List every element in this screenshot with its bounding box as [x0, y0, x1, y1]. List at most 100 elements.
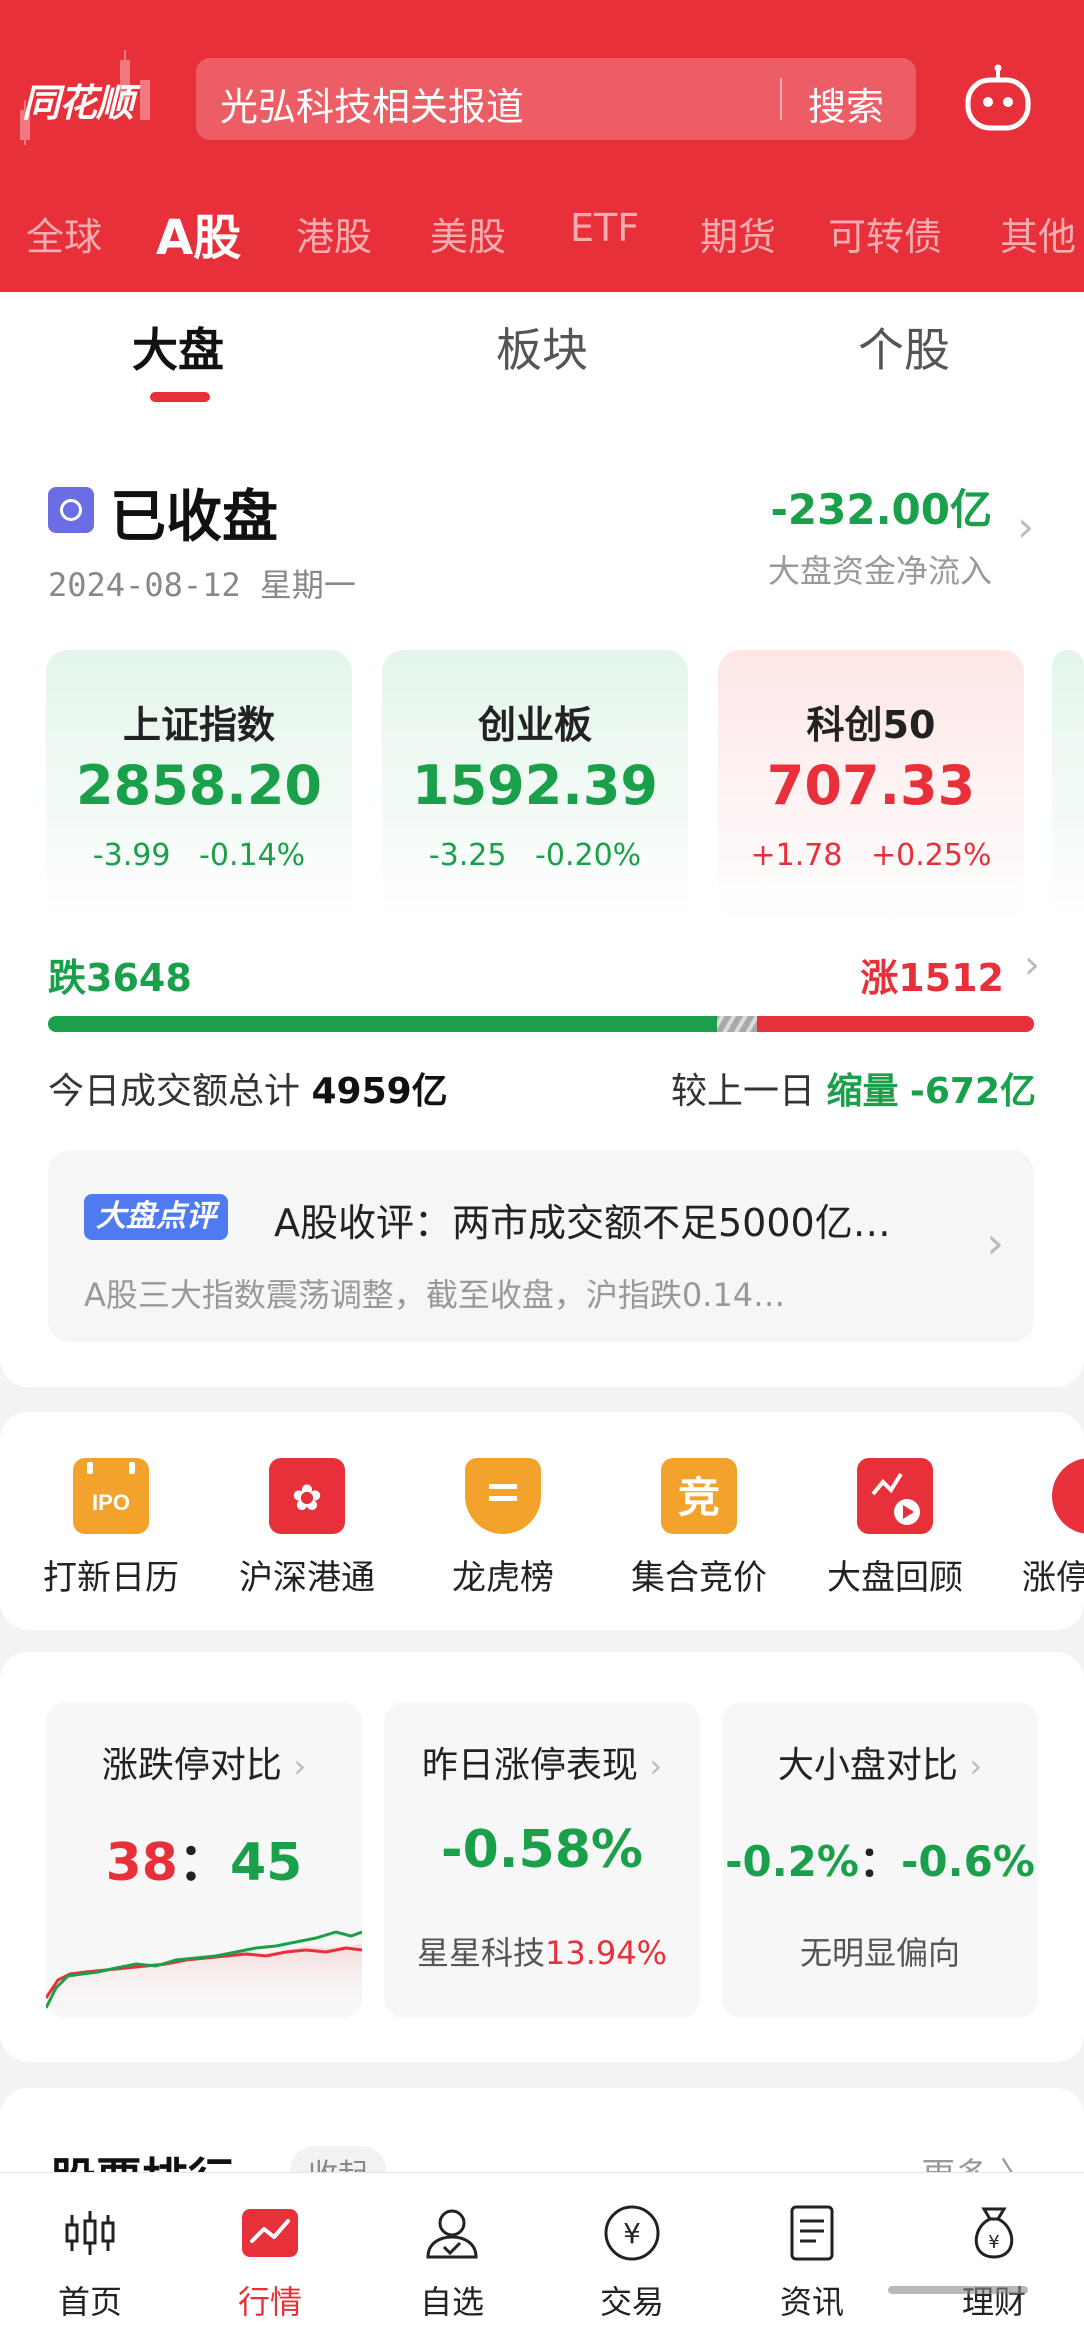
dragon-tiger-icon	[465, 1458, 541, 1534]
index-name: 上证指数	[122, 703, 275, 747]
index-card-star50[interactable]: 科创50 707.33 +1.78 +0.25%	[718, 650, 1024, 922]
robot-assistant-icon[interactable]	[962, 64, 1034, 136]
tab-a-shares[interactable]: A股	[156, 198, 241, 268]
home-indicator	[888, 2286, 1028, 2294]
market-review-icon	[857, 1458, 933, 1534]
ipo-calendar-icon: IPO	[73, 1458, 149, 1534]
market-date: 2024-08-12 星期一	[48, 566, 356, 604]
nav-news[interactable]: 资讯	[722, 2173, 902, 2329]
tab-others[interactable]: 其他	[1000, 206, 1076, 261]
limit-compare-card[interactable]: 涨跌停对比 › 38：45	[46, 1702, 362, 2018]
stat-title: 涨跌停对比 ›	[101, 1745, 307, 1786]
breadth-bar-fall	[48, 1016, 718, 1032]
svg-text:¥: ¥	[988, 2232, 999, 2253]
search-bar[interactable]: 光弘科技相关报道 搜索	[196, 58, 916, 140]
tab-hk-stocks[interactable]: 港股	[296, 206, 372, 261]
subtab-sectors[interactable]: 板块	[496, 314, 588, 380]
tab-convertible-bonds[interactable]: 可转债	[828, 206, 942, 261]
index-value: 1592.39	[412, 754, 658, 817]
search-input[interactable]: 光弘科技相关报道	[220, 76, 524, 131]
limit-ratio: 38：45	[105, 1833, 303, 1893]
user-watchlist-icon	[426, 2209, 478, 2259]
tab-futures[interactable]: 期货	[700, 206, 776, 261]
tab-etf[interactable]: ETF	[570, 206, 639, 250]
money-bag-icon: ¥	[974, 2207, 1014, 2259]
subtab-stocks[interactable]: 个股	[858, 314, 950, 380]
yesterday-limit-value: -0.58%	[441, 1820, 643, 1880]
market-overview-card: 大盘 板块 个股 已收盘 2024-08-12 星期一 -232.00亿 大盘资…	[0, 292, 1084, 1387]
tool-label: 沪深港通	[239, 1558, 375, 1598]
turnover-total: 今日成交额总计 4959亿	[48, 1071, 448, 1112]
svg-text:✿: ✿	[292, 1478, 322, 1519]
market-closed-icon	[48, 487, 94, 533]
yesterday-limit-card[interactable]: 昨日涨停表现 › -0.58% 星星科技13.94%	[384, 1702, 700, 2018]
limit-up-icon	[1052, 1458, 1084, 1534]
breadth-bar-flat	[717, 1016, 757, 1032]
market-tabs: 全球 A股 港股 美股 ETF 期货 可转债 其他	[0, 198, 1084, 268]
tool-hk-connect[interactable]: ✿ 沪深港通	[222, 1458, 392, 1608]
index-card-chinext[interactable]: 创业板 1592.39 -3.25 -0.20%	[382, 650, 688, 922]
net-flow-label[interactable]: 大盘资金净流入	[768, 546, 992, 592]
chevron-right-icon[interactable]: ›	[986, 1218, 1004, 1269]
nav-label: 首页	[57, 2283, 122, 2321]
chevron-right-icon[interactable]: ›	[1017, 502, 1034, 551]
net-flow-value[interactable]: -232.00亿	[770, 476, 992, 537]
index-card-peek[interactable]	[1052, 650, 1084, 922]
breadth-bar	[48, 1016, 1034, 1032]
yen-coin-icon: ¥	[604, 2205, 660, 2261]
market-commentary-card[interactable]: 大盘点评 A股收评：两市成交额不足5000亿… A股三大指数震荡调整，截至收盘，…	[48, 1150, 1034, 1342]
size-note: 无明显偏向	[799, 1934, 960, 1972]
index-change: +1.78 +0.25%	[750, 838, 992, 873]
search-button[interactable]: 搜索	[808, 76, 884, 131]
size-ratio: -0.2%：-0.6%	[725, 1837, 1035, 1886]
fall-count[interactable]: 跌3648	[48, 947, 192, 1002]
tool-limit-up[interactable]: 涨停	[1006, 1458, 1084, 1608]
app-logo[interactable]: 同花顺	[22, 72, 134, 127]
rise-count[interactable]: 涨1512	[860, 947, 1004, 1002]
nav-home[interactable]: 首页	[0, 2173, 180, 2329]
index-change: -3.99 -0.14%	[92, 838, 306, 873]
tab-us-stocks[interactable]: 美股	[430, 206, 506, 261]
turnover-compare: 较上一日 缩量 -672亿	[670, 1071, 1036, 1112]
breadth-bar-rise	[756, 1016, 1034, 1032]
nav-trade[interactable]: ¥ 交易	[542, 2173, 722, 2329]
nav-wealth[interactable]: ¥ 理财	[904, 2173, 1084, 2329]
commentary-title[interactable]: A股收评：两市成交额不足5000亿…	[274, 1192, 891, 1247]
subtab-market[interactable]: 大盘	[132, 314, 224, 380]
index-name: 创业板	[477, 703, 592, 747]
tool-dragon-tiger[interactable]: 龙虎榜	[418, 1458, 588, 1608]
tool-label: 打新日历	[43, 1558, 179, 1598]
tool-label: 大盘回顾	[827, 1558, 963, 1598]
nav-watchlist[interactable]: 自选	[362, 2173, 542, 2329]
search-divider	[780, 78, 782, 120]
nav-label: 理财	[961, 2283, 1026, 2321]
tool-label: 龙虎榜	[452, 1558, 554, 1598]
nav-label: 交易	[599, 2283, 664, 2321]
limit-sparkline	[46, 1930, 362, 2018]
commentary-summary: A股三大指数震荡调整，截至收盘，沪指跌0.14…	[84, 1276, 786, 1314]
nav-market[interactable]: 行情	[180, 2173, 360, 2329]
index-card-shanghai[interactable]: 上证指数 2858.20 -3.99 -0.14%	[46, 650, 352, 922]
market-status-title: 已收盘	[110, 485, 278, 550]
nav-label: 行情	[237, 2283, 302, 2321]
news-doc-icon	[790, 2205, 834, 2261]
market-chart-icon	[242, 2209, 298, 2257]
size-compare-card[interactable]: 大小盘对比 › -0.2%：-0.6% 无明显偏向	[722, 1702, 1038, 2018]
tool-market-review[interactable]: 大盘回顾	[810, 1458, 980, 1608]
commentary-badge: 大盘点评	[84, 1194, 228, 1240]
tool-label: 集合竞价	[631, 1558, 767, 1598]
hk-connect-icon: ✿	[269, 1458, 345, 1534]
tab-global[interactable]: 全球	[26, 206, 102, 261]
svg-text:¥: ¥	[623, 2217, 641, 2250]
index-value: 707.33	[766, 754, 976, 817]
index-value: 2858.20	[76, 754, 322, 817]
app-header: 同花顺 光弘科技相关报道 搜索 全球 A股 港股 美股 ETF 期货 可转债 其…	[0, 0, 1084, 292]
bottom-navigation: 首页 行情 自选 ¥ 交易 资讯 ¥ 理财	[0, 2172, 1084, 2329]
tool-ipo-calendar[interactable]: IPO 打新日历	[26, 1458, 196, 1608]
nav-label: 资讯	[779, 2283, 844, 2321]
index-name: 科创50	[806, 703, 936, 747]
active-tab-indicator	[150, 392, 210, 402]
tool-call-auction[interactable]: 竞 集合竞价	[614, 1458, 784, 1608]
chevron-right-icon[interactable]: ›	[1024, 942, 1040, 988]
candlestick-icon	[65, 2211, 115, 2255]
